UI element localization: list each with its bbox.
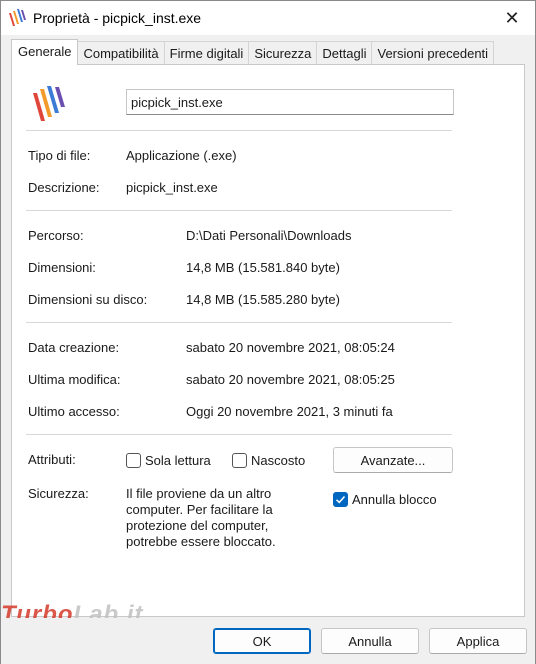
accessed-value: Oggi 20 novembre 2021, 3 minuti fa xyxy=(186,404,393,419)
general-panel: Tipo di file: Applicazione (.exe) Descri… xyxy=(11,64,525,617)
accessed-label: Ultimo accesso: xyxy=(28,404,120,419)
tab-firme-digitali[interactable]: Firme digitali xyxy=(163,41,250,65)
description-value: picpick_inst.exe xyxy=(126,180,218,195)
picpick-app-icon xyxy=(9,9,26,26)
file-type-value: Applicazione (.exe) xyxy=(126,148,237,163)
hidden-checkbox[interactable]: Nascosto xyxy=(232,453,305,468)
file-type-label: Tipo di file: xyxy=(28,148,91,163)
security-label: Sicurezza: xyxy=(28,486,89,501)
close-icon: ✕ xyxy=(504,7,520,28)
size-label: Dimensioni: xyxy=(28,260,96,275)
security-text: Il file proviene da un altro computer. P… xyxy=(126,486,276,549)
divider xyxy=(26,322,452,323)
tab-dettagli[interactable]: Dettagli xyxy=(316,41,373,65)
file-name-input[interactable] xyxy=(126,89,454,115)
hidden-checkbox-label: Nascosto xyxy=(251,453,306,468)
unblock-checkbox-label: Annulla blocco xyxy=(352,492,437,507)
picpick-app-icon xyxy=(33,86,65,121)
location-label: Percorso: xyxy=(28,228,84,243)
advanced-button[interactable]: Avanzate... xyxy=(333,447,453,473)
location-value: D:\Dati Personali\Downloads xyxy=(186,228,352,243)
description-label: Descrizione: xyxy=(28,180,100,195)
window-title: Proprietà - picpick_inst.exe xyxy=(33,10,202,26)
unblock-checkbox[interactable]: Annulla blocco xyxy=(333,492,437,507)
size-on-disk-value: 14,8 MB (15.585.280 byte) xyxy=(186,292,340,307)
close-button[interactable]: ✕ xyxy=(499,6,525,30)
readonly-checkbox[interactable]: Sola lettura xyxy=(126,453,211,468)
modified-label: Ultima modifica: xyxy=(28,372,121,387)
size-value: 14,8 MB (15.581.840 byte) xyxy=(186,260,340,275)
hidden-checkbox-box[interactable] xyxy=(232,453,247,468)
readonly-checkbox-box[interactable] xyxy=(126,453,141,468)
apply-button[interactable]: Applica xyxy=(429,628,527,654)
created-label: Data creazione: xyxy=(28,340,120,355)
ok-button[interactable]: OK xyxy=(213,628,311,654)
attributes-label: Attributi: xyxy=(28,452,76,467)
readonly-checkbox-label: Sola lettura xyxy=(145,453,211,468)
tab-sicurezza[interactable]: Sicurezza xyxy=(248,41,318,65)
divider xyxy=(26,130,452,131)
tab-generale[interactable]: Generale xyxy=(11,39,79,65)
checkmark-icon xyxy=(335,495,346,504)
created-value: sabato 20 novembre 2021, 08:05:24 xyxy=(186,340,395,355)
title-bar: Proprietà - picpick_inst.exe ✕ xyxy=(1,1,535,35)
divider xyxy=(26,210,452,211)
cancel-button[interactable]: Annulla xyxy=(321,628,419,654)
divider xyxy=(26,434,452,435)
modified-value: sabato 20 novembre 2021, 08:05:25 xyxy=(186,372,395,387)
unblock-checkbox-box[interactable] xyxy=(333,492,348,507)
properties-dialog: Proprietà - picpick_inst.exe ✕ Generale … xyxy=(0,0,536,664)
size-on-disk-label: Dimensioni su disco: xyxy=(28,292,148,307)
tab-versioni-precedenti[interactable]: Versioni precedenti xyxy=(371,41,495,65)
dialog-footer: OK Annulla Applica xyxy=(1,618,535,664)
tab-compatibilita[interactable]: Compatibilità xyxy=(77,41,165,65)
tab-strip: Generale Compatibilità Firme digitali Si… xyxy=(11,39,495,65)
